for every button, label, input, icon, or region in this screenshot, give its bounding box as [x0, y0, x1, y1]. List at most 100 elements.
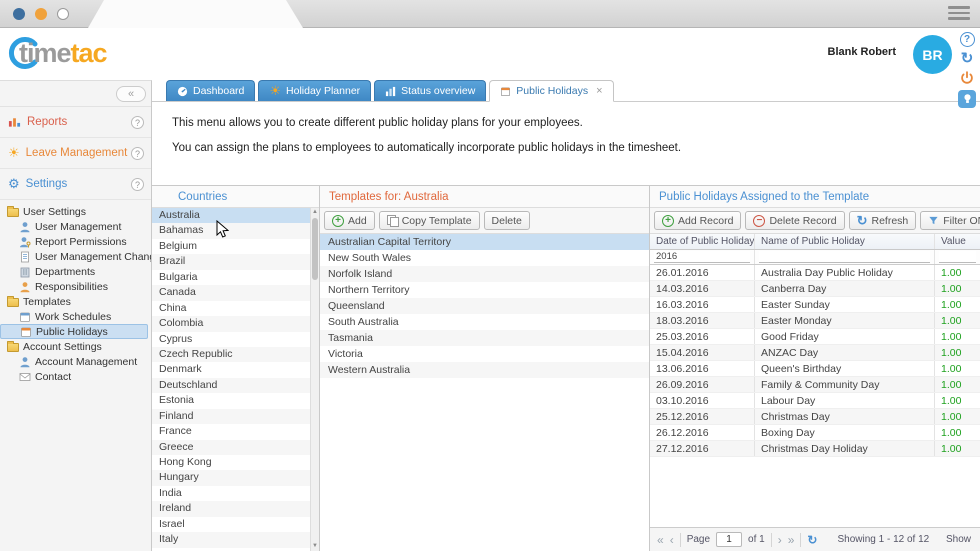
- window-control-orange[interactable]: [35, 8, 47, 20]
- help-icon[interactable]: ?: [960, 32, 975, 47]
- template-item[interactable]: Norfolk Island: [320, 266, 649, 282]
- country-item[interactable]: Israel: [152, 517, 310, 532]
- holiday-row[interactable]: 16.03.2016 Easter Sunday 1.00: [650, 297, 980, 313]
- holiday-row[interactable]: 26.12.2016 Boxing Day 1.00: [650, 425, 980, 441]
- lightbulb-icon[interactable]: [958, 90, 976, 108]
- tree-report-permissions[interactable]: Report Permissions: [0, 234, 151, 249]
- scroll-up-icon[interactable]: ▲: [311, 208, 319, 217]
- next-page-icon[interactable]: ›: [778, 534, 782, 546]
- holiday-row[interactable]: 26.01.2016 Australia Day Public Holiday …: [650, 265, 980, 281]
- country-item[interactable]: Hong Kong: [152, 455, 310, 470]
- copy-template-button[interactable]: Copy Template: [379, 211, 480, 230]
- sidebar-item-leave-management[interactable]: ☀ Leave Management ?: [0, 138, 151, 169]
- first-page-icon[interactable]: «: [657, 534, 664, 546]
- tab-holiday-planner[interactable]: ☀ Holiday Planner: [258, 80, 371, 101]
- settings-help-icon[interactable]: ?: [131, 178, 144, 191]
- country-item[interactable]: China: [152, 301, 310, 316]
- holiday-row[interactable]: 25.03.2016 Good Friday 1.00: [650, 329, 980, 345]
- holiday-row[interactable]: 15.04.2016 ANZAC Day 1.00: [650, 345, 980, 361]
- sidebar-collapse-button[interactable]: «: [116, 86, 146, 102]
- power-icon[interactable]: [960, 71, 974, 85]
- pager-refresh-icon[interactable]: ↻: [807, 534, 817, 546]
- template-item[interactable]: Tasmania: [320, 330, 649, 346]
- holiday-row[interactable]: 25.12.2016 Christmas Day 1.00: [650, 409, 980, 425]
- country-item[interactable]: Colombia: [152, 316, 310, 331]
- scroll-down-icon[interactable]: ▼: [311, 542, 319, 551]
- country-item[interactable]: Brazil: [152, 254, 310, 269]
- add-record-button[interactable]: + Add Record: [654, 211, 741, 230]
- tree-responsibilities[interactable]: Responsibilities: [0, 279, 151, 294]
- country-item[interactable]: Hungary: [152, 470, 310, 485]
- holiday-row[interactable]: 03.10.2016 Labour Day 1.00: [650, 393, 980, 409]
- last-page-icon[interactable]: »: [788, 534, 795, 546]
- template-item[interactable]: New South Wales: [320, 250, 649, 266]
- column-header-date[interactable]: Date of Public Holiday: [650, 234, 755, 249]
- column-header-value[interactable]: Value: [935, 234, 980, 249]
- tab-status-overview[interactable]: Status overview: [374, 80, 486, 101]
- holiday-row[interactable]: 26.09.2016 Family & Community Day 1.00: [650, 377, 980, 393]
- tab-close-icon[interactable]: ×: [596, 85, 602, 97]
- country-item[interactable]: Finland: [152, 409, 310, 424]
- country-item[interactable]: Czech Republic: [152, 347, 310, 362]
- leave-help-icon[interactable]: ?: [131, 147, 144, 160]
- template-item[interactable]: Northern Territory: [320, 282, 649, 298]
- tree-user-settings[interactable]: User Settings: [0, 204, 151, 219]
- delete-record-button[interactable]: − Delete Record: [745, 211, 844, 230]
- country-item[interactable]: Belgium: [152, 239, 310, 254]
- country-item[interactable]: Estonia: [152, 393, 310, 408]
- tab-dashboard[interactable]: Dashboard: [166, 80, 255, 101]
- tree-account-settings[interactable]: Account Settings: [0, 339, 151, 354]
- value-filter-input[interactable]: [939, 251, 976, 263]
- tree-account-management[interactable]: Account Management: [0, 354, 151, 369]
- sidebar-item-reports[interactable]: Reports ?: [0, 107, 151, 138]
- country-item[interactable]: Bulgaria: [152, 270, 310, 285]
- holiday-row[interactable]: 13.06.2016 Queen's Birthday 1.00: [650, 361, 980, 377]
- country-item[interactable]: Ireland: [152, 501, 310, 516]
- holiday-row[interactable]: 27.12.2016 Christmas Day Holiday 1.00: [650, 441, 980, 457]
- tree-departments[interactable]: Departments: [0, 264, 151, 279]
- template-item[interactable]: Western Australia: [320, 362, 649, 378]
- country-item[interactable]: Canada: [152, 285, 310, 300]
- holiday-row[interactable]: 18.03.2016 Easter Monday 1.00: [650, 313, 980, 329]
- date-filter-input[interactable]: 2016: [654, 251, 750, 263]
- country-item[interactable]: Deutschland: [152, 378, 310, 393]
- refresh-button[interactable]: ↻ Refresh: [849, 211, 917, 230]
- tree-work-schedules[interactable]: Work Schedules: [0, 309, 151, 324]
- window-control-blue[interactable]: [13, 8, 25, 20]
- tree-user-management-changelog[interactable]: User Management Changelog: [0, 249, 151, 264]
- tree-public-holidays[interactable]: Public Holidays: [0, 324, 148, 339]
- prev-page-icon[interactable]: ‹: [670, 534, 674, 546]
- country-item[interactable]: Australia: [152, 208, 310, 223]
- tree-contact[interactable]: Contact: [0, 369, 151, 384]
- holiday-row[interactable]: 14.03.2016 Canberra Day 1.00: [650, 281, 980, 297]
- page-number-input[interactable]: [716, 532, 742, 547]
- name-filter-input[interactable]: [759, 251, 930, 263]
- countries-scrollbar[interactable]: ▲ ▼: [310, 208, 319, 551]
- country-item[interactable]: India: [152, 486, 310, 501]
- refresh-icon[interactable]: ↻: [961, 52, 974, 66]
- delete-template-button[interactable]: Delete: [484, 211, 530, 230]
- sidebar-item-settings[interactable]: ⚙ Settings ?: [0, 169, 151, 200]
- column-header-name[interactable]: Name of Public Holiday: [755, 234, 935, 249]
- country-item[interactable]: Greece: [152, 440, 310, 455]
- add-template-button[interactable]: + Add: [324, 211, 375, 230]
- show-per-page-label[interactable]: Show: [946, 534, 973, 545]
- template-item[interactable]: Queensland: [320, 298, 649, 314]
- reports-help-icon[interactable]: ?: [131, 116, 144, 129]
- scrollbar-thumb[interactable]: [312, 218, 318, 280]
- country-item[interactable]: Cyprus: [152, 332, 310, 347]
- tab-public-holidays[interactable]: Public Holidays ×: [489, 80, 613, 102]
- template-item[interactable]: South Australia: [320, 314, 649, 330]
- tree-templates[interactable]: Templates: [0, 294, 151, 309]
- template-item[interactable]: Australian Capital Territory: [320, 234, 649, 250]
- country-item[interactable]: Bahamas: [152, 223, 310, 238]
- user-avatar[interactable]: BR: [913, 35, 952, 74]
- filter-on-button[interactable]: Filter ON: [920, 211, 980, 230]
- country-item[interactable]: France: [152, 424, 310, 439]
- country-item[interactable]: Denmark: [152, 362, 310, 377]
- country-item[interactable]: Italy: [152, 532, 310, 547]
- window-control-white[interactable]: [57, 8, 69, 20]
- template-item[interactable]: Victoria: [320, 346, 649, 362]
- browser-menu-icon[interactable]: [948, 6, 970, 23]
- tree-user-management[interactable]: User Management: [0, 219, 151, 234]
